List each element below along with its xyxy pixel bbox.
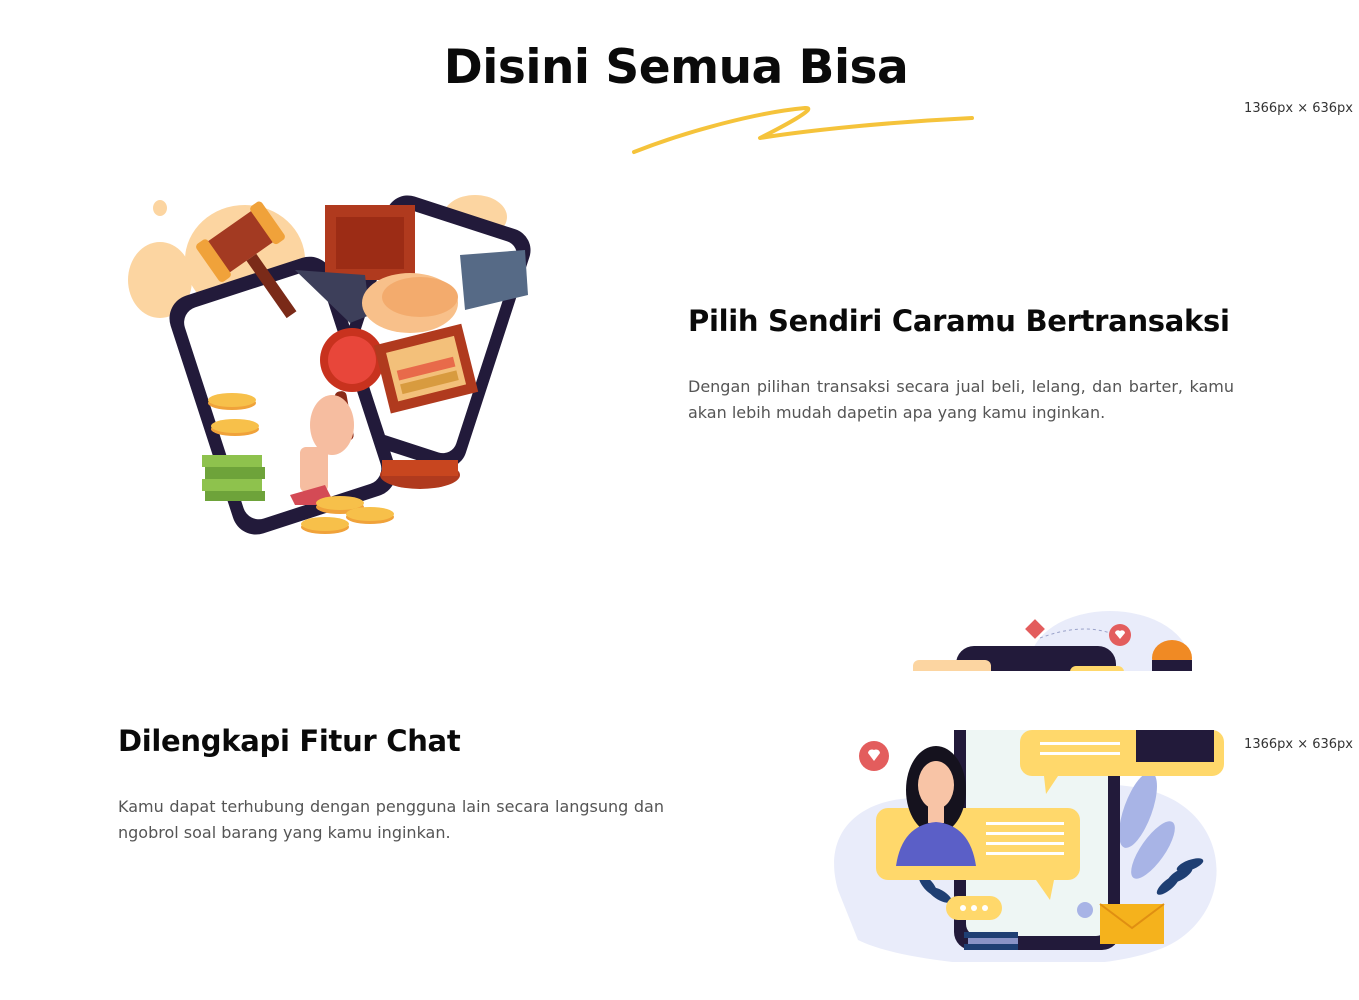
title-underline-decoration <box>632 106 974 154</box>
feature-title: Pilih Sendiri Caramu Bertransaksi <box>688 304 1230 338</box>
section-title: Disini Semua Bisa <box>443 40 909 95</box>
viewport-size-label: 1366px × 636px <box>1244 737 1353 752</box>
features-page: Disini Semua Bisa 1366px × 636px 1366px … <box>0 0 1359 1000</box>
feature-description: Kamu dapat terhubung dengan pengguna lai… <box>118 797 664 842</box>
feature-description: Dengan pilihan transaksi secara jual bel… <box>688 377 1234 422</box>
viewport-size-label: 1366px × 636px <box>1244 101 1353 116</box>
feature-title: Dilengkapi Fitur Chat <box>118 724 461 758</box>
transaction-illustration <box>128 195 531 535</box>
chat-illustration <box>834 730 1224 962</box>
chat-illustration-preview <box>913 611 1192 671</box>
